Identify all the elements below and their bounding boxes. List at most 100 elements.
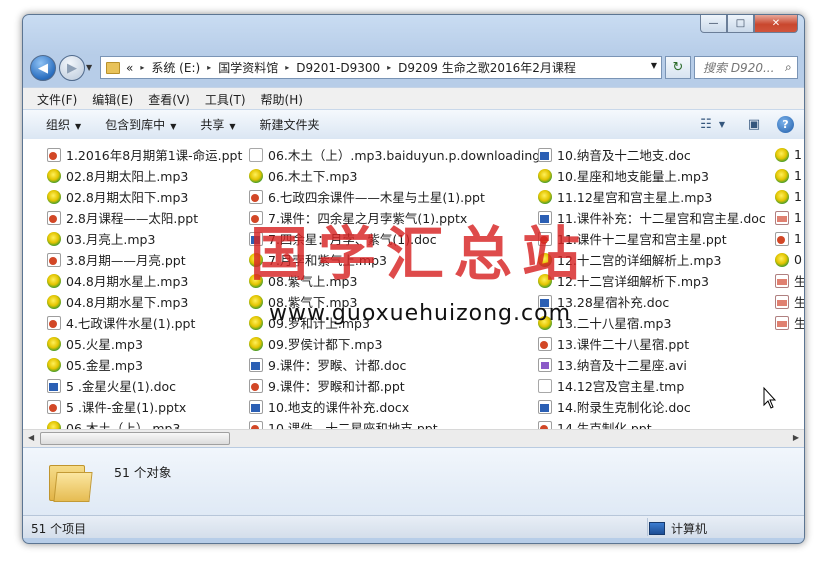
refresh-button[interactable]: ↻	[665, 56, 691, 79]
breadcrumb-item[interactable]: D9201-D9300	[296, 61, 380, 75]
file-item[interactable]: 05.金星.mp3	[47, 354, 242, 375]
file-item[interactable]: 4.七政课件水星(1).ppt	[47, 312, 242, 333]
file-item[interactable]: 14.附录生克制化论.doc	[538, 396, 766, 417]
menu-tools[interactable]: 工具(T)	[205, 91, 246, 108]
help-icon[interactable]: ?	[777, 116, 794, 133]
preview-pane-icon[interactable]: ▣	[745, 117, 763, 133]
file-item[interactable]: 02.8月期太阳上.mp3	[47, 165, 242, 186]
file-item[interactable]: 生	[775, 312, 804, 333]
file-item[interactable]: 11.课件补充：十二星宫和宫主星.doc	[538, 207, 766, 228]
file-item[interactable]: 04.8月期水星上.mp3	[47, 270, 242, 291]
file-item[interactable]: 7.课件：四余星之月孛紫气(1).pptx	[249, 207, 540, 228]
file-list: 1.2016年8月期第1课-命运.ppt 02.8月期太阳上.mp3 02.8月期太…	[23, 139, 804, 429]
file-item[interactable]: 6.七政四余课件——木星与土星(1).ppt	[249, 186, 540, 207]
file-item[interactable]: 11.12星宫和宫主星上.mp3	[538, 186, 766, 207]
breadcrumb-item[interactable]: D9209 生命之歌2016年2月课程	[398, 59, 576, 76]
back-button[interactable]: ◀	[30, 55, 56, 81]
file-item[interactable]: 14.12宫及宫主星.tmp	[538, 375, 766, 396]
breadcrumb-separator-icon[interactable]: ▸	[285, 63, 289, 72]
file-item[interactable]: 03.月亮上.mp3	[47, 228, 242, 249]
file-item[interactable]: 10.星座和地支能量上.mp3	[538, 165, 766, 186]
file-item[interactable]: 02.8月期太阳下.mp3	[47, 186, 242, 207]
file-item[interactable]: 1	[775, 207, 804, 228]
recent-pages-dropdown[interactable]: ▼	[86, 63, 92, 72]
file-item[interactable]: 13.课件二十八星宿.ppt	[538, 333, 766, 354]
file-item[interactable]: 9.课件：罗睺、计都.doc	[249, 354, 540, 375]
file-item[interactable]: 7.月孛和紫气上.mp3	[249, 249, 540, 270]
object-count: 51 个对象	[114, 465, 172, 480]
file-item[interactable]: 13.二十八星宿.mp3	[538, 312, 766, 333]
search-icon[interactable]: ⌕	[785, 60, 792, 75]
doc-file-icon	[538, 147, 552, 162]
breadcrumb-overflow[interactable]: «	[126, 61, 133, 75]
breadcrumb: « ▸ 系统 (E:) ▸ 国学资料馆 ▸ D9201-D9300 ▸ D9209 生命之歌20…	[126, 59, 576, 76]
forward-button[interactable]: ▶	[59, 55, 85, 81]
file-item[interactable]: 14.生克制化.ppt	[538, 417, 766, 429]
file-item[interactable]: 3.8月期——月亮.ppt	[47, 249, 242, 270]
horizontal-scrollbar[interactable]: ◀ ▶	[23, 429, 804, 447]
doc-file-icon	[249, 231, 263, 246]
file-item[interactable]: 08.紫气上.mp3	[249, 270, 540, 291]
file-item[interactable]: 09.罗和计上.mp3	[249, 312, 540, 333]
breadcrumb-separator-icon[interactable]: ▸	[207, 63, 211, 72]
file-item[interactable]: 1	[775, 144, 804, 165]
breadcrumb-separator-icon[interactable]: ▸	[140, 63, 144, 72]
view-dropdown-icon[interactable]: ▼	[717, 117, 727, 133]
new-folder-button[interactable]: 新建文件夹	[260, 116, 320, 133]
file-item[interactable]: 11.课件十二星宫和宫主星.ppt	[538, 228, 766, 249]
include-library-button[interactable]: 包含到库中 ▼	[105, 116, 176, 133]
breadcrumb-separator-icon[interactable]: ▸	[387, 63, 391, 72]
file-item[interactable]: 生	[775, 291, 804, 312]
file-item[interactable]: 7.四余星：月孛、紫气(1).doc	[249, 228, 540, 249]
file-name: 1	[794, 231, 802, 246]
menu-view[interactable]: 查看(V)	[148, 91, 190, 108]
file-item[interactable]: 04.8月期水星下.mp3	[47, 291, 242, 312]
file-item[interactable]: 05.火星.mp3	[47, 333, 242, 354]
file-item[interactable]: 13.28星宿补充.doc	[538, 291, 766, 312]
menu-edit[interactable]: 编辑(E)	[92, 91, 133, 108]
organize-button[interactable]: 组织 ▼	[46, 116, 81, 133]
maximize-button[interactable]: □	[727, 15, 754, 33]
file-item[interactable]: 1.2016年8月期第1课-命运.ppt	[47, 144, 242, 165]
file-item[interactable]: 08.紫气下.mp3	[249, 291, 540, 312]
window-controls: — □ ✕	[700, 15, 798, 33]
scrollbar-thumb[interactable]	[40, 432, 230, 445]
file-item[interactable]: 06.木土下.mp3	[249, 165, 540, 186]
file-item[interactable]: 9.课件：罗睺和计都.ppt	[249, 375, 540, 396]
file-item[interactable]: 10.纳音及十二地支.doc	[538, 144, 766, 165]
view-options-icon[interactable]: ☷	[697, 117, 715, 133]
menu-file[interactable]: 文件(F)	[37, 91, 77, 108]
docx-file-icon	[249, 399, 263, 414]
close-button[interactable]: ✕	[754, 15, 798, 33]
file-item[interactable]: 10.课件—十二星座和地支.ppt	[249, 417, 540, 429]
breadcrumb-item[interactable]: 国学资料馆	[218, 59, 278, 76]
file-item[interactable]: 2.8月课程——太阳.ppt	[47, 207, 242, 228]
file-item[interactable]: 10.地支的课件补充.docx	[249, 396, 540, 417]
file-name: 3.8月期——月亮.ppt	[66, 253, 186, 268]
file-item[interactable]: 12.十二宫详细解析下.mp3	[538, 270, 766, 291]
file-item[interactable]: 06.木土（上）.mp3	[47, 417, 242, 429]
search-input[interactable]	[701, 59, 785, 76]
file-name: 4.七政课件水星(1).ppt	[66, 316, 196, 331]
file-item[interactable]: 5 .课件-金星(1).pptx	[47, 396, 242, 417]
scroll-right-icon[interactable]: ▶	[793, 433, 799, 442]
address-dropdown-icon[interactable]: ▼	[651, 61, 657, 70]
search-box[interactable]: ⌕	[694, 56, 798, 79]
file-item[interactable]: 09.罗侯计都下.mp3	[249, 333, 540, 354]
share-button[interactable]: 共享 ▼	[200, 116, 235, 133]
scroll-left-icon[interactable]: ◀	[28, 433, 34, 442]
menu-help[interactable]: 帮助(H)	[261, 91, 303, 108]
file-item[interactable]: 1	[775, 165, 804, 186]
file-item[interactable]: 0	[775, 249, 804, 270]
file-item[interactable]: 13.纳音及十二星座.avi	[538, 354, 766, 375]
ppt-file-icon	[249, 378, 263, 393]
file-item[interactable]: 5 .金星火星(1).doc	[47, 375, 242, 396]
file-item[interactable]: 1	[775, 228, 804, 249]
file-item[interactable]: 06.木土（上）.mp3.baiduyun.p.downloading	[249, 144, 540, 165]
file-item[interactable]: 生	[775, 270, 804, 291]
minimize-button[interactable]: —	[700, 15, 727, 33]
file-item[interactable]: 12.十二宫的详细解析上.mp3	[538, 249, 766, 270]
breadcrumb-item[interactable]: 系统 (E:)	[151, 59, 200, 76]
address-bar[interactable]: « ▸ 系统 (E:) ▸ 国学资料馆 ▸ D9201-D9300 ▸ D9209 生命之歌20…	[100, 56, 662, 79]
file-item[interactable]: 1	[775, 186, 804, 207]
